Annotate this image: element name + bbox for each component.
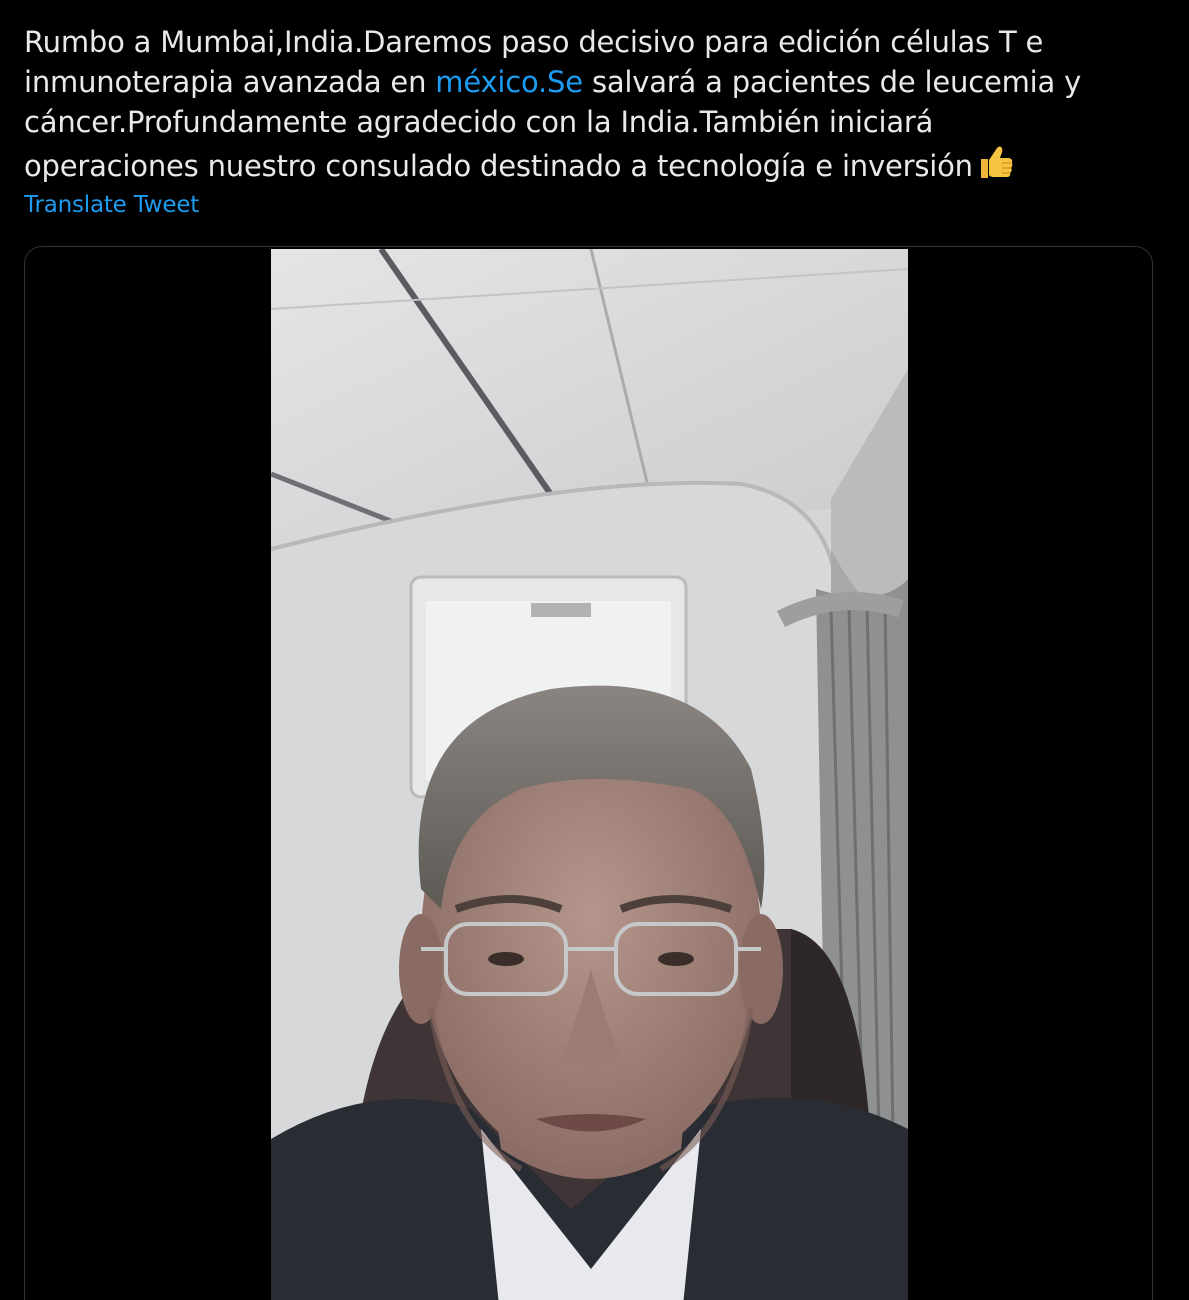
tweet-text-line-4: operaciones nuestro consulado destinado … — [24, 142, 1174, 183]
tweet-text-segment: salvará a pacientes de leucemia y — [582, 65, 1082, 99]
thumbs-up-icon — [975, 142, 1015, 192]
tweet-text-segment: inmunoterapia avanzada en — [24, 65, 436, 99]
tweet-text: Rumbo a Mumbai,India.Daremos paso decisi… — [24, 22, 1174, 183]
translate-tweet-link[interactable]: Translate Tweet — [24, 190, 199, 220]
video-player[interactable] — [271, 249, 908, 1300]
tweet-text-line-3: cáncer.Profundamente agradecido con la I… — [24, 102, 1174, 142]
tweet-text-segment: cáncer.Profundamente agradecido con la I… — [24, 105, 934, 139]
media-card — [24, 246, 1153, 1300]
tweet-text-segment: Rumbo a Mumbai,India.Daremos paso decisi… — [24, 25, 1044, 59]
tweet-text-line-2: inmunoterapia avanzada en méxico.Se salv… — [24, 62, 1174, 102]
tweet-text-segment: operaciones nuestro consulado destinado … — [24, 149, 973, 183]
tweet-text-line-1: Rumbo a Mumbai,India.Daremos paso decisi… — [24, 22, 1174, 62]
video-frame — [271, 249, 908, 1300]
hashtag-link[interactable]: méxico.Se — [435, 65, 583, 99]
